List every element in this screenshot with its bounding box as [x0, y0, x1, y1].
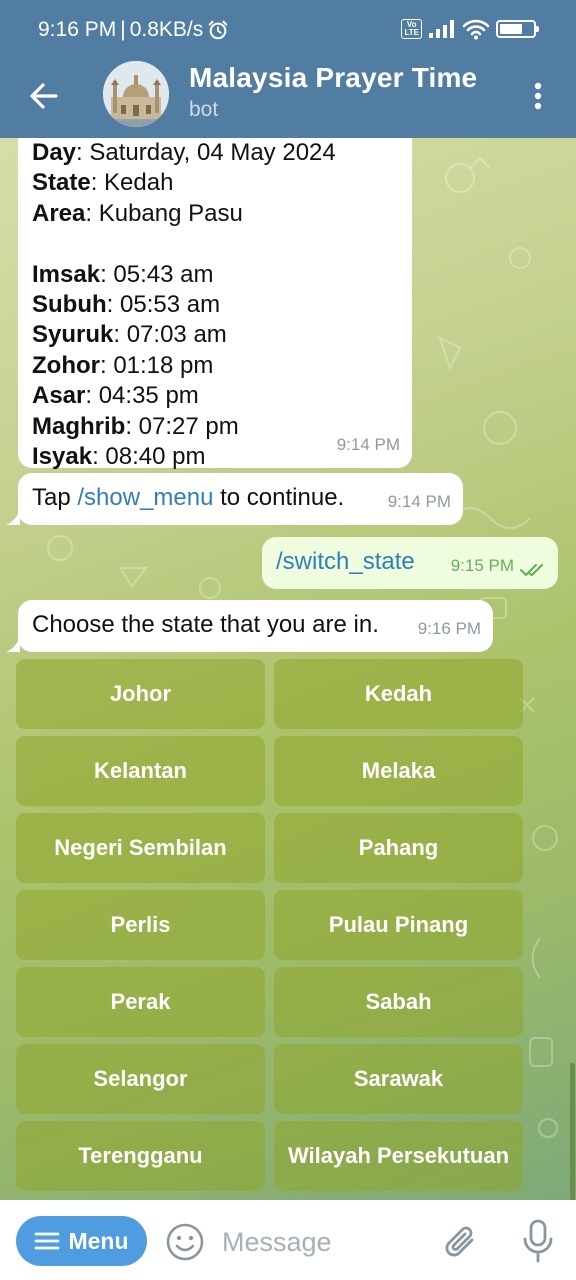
- prayer-info-value: : 05:53 am: [106, 290, 221, 318]
- status-left: 9:16 PM | 0.8KB/s: [38, 18, 229, 42]
- message-time: 9:14 PM: [336, 434, 400, 454]
- alarm-icon: [208, 20, 228, 40]
- chat-subtitle: bot: [189, 98, 219, 121]
- back-arrow-icon[interactable]: [22, 74, 66, 118]
- state-button[interactable]: Negeri Sembilan: [16, 813, 265, 883]
- attach-icon[interactable]: [442, 1220, 482, 1264]
- continue-prefix: Tap: [32, 484, 78, 511]
- message-time: 9:16 PM: [417, 618, 481, 638]
- prayer-info-key: Maghrib: [32, 412, 126, 440]
- prayer-info-line: Zohor: 01:18 pm: [32, 351, 398, 381]
- prayer-time-message: Day: Saturday, 04 May 2024 State: Kedah Ar…: [18, 138, 412, 470]
- prayer-info-key: Isyak: [32, 442, 93, 470]
- status-bar: 9:16 PM | 0.8KB/s Vo LTE: [0, 0, 576, 56]
- prayer-info-value: : 04:35 pm: [85, 382, 199, 410]
- choose-state-text: Choose the state that you are in.: [32, 611, 379, 638]
- message-input-bar: Menu: [0, 1200, 576, 1280]
- state-button[interactable]: Perak: [16, 967, 265, 1037]
- prayer-info-value: : 05:43 am: [100, 260, 214, 288]
- prayer-info-value: : Saturday, 04 May 2024: [76, 139, 336, 166]
- bubble-tail: [6, 636, 20, 652]
- message-time: 9:15 PM: [450, 555, 514, 575]
- double-check-icon: [520, 564, 543, 576]
- state-button[interactable]: Wilayah Persekutuan: [274, 1121, 523, 1191]
- state-button[interactable]: Kelantan: [16, 736, 265, 806]
- menu-button-label: Menu: [68, 1227, 129, 1254]
- prayer-info-line: Syuruk: 07:03 am: [32, 320, 398, 350]
- chat-title[interactable]: Malaysia Prayer Time: [189, 62, 477, 94]
- bubble-tail: [6, 509, 20, 525]
- chat-area[interactable]: Day: Saturday, 04 May 2024 State: Kedah Ar…: [0, 138, 576, 1200]
- state-button[interactable]: Sarawak: [274, 1044, 523, 1114]
- status-time: 9:16 PM: [38, 18, 117, 41]
- choose-state-message: Choose the state that you are in. 9:16 P…: [18, 600, 493, 652]
- state-button[interactable]: Terengganu: [16, 1121, 265, 1191]
- bot-avatar[interactable]: [103, 61, 169, 127]
- prayer-info-line: Area: Kubang Pasu: [32, 199, 398, 229]
- chat-header: Malaysia Prayer Time bot: [0, 56, 576, 138]
- state-button[interactable]: Kedah: [274, 659, 523, 729]
- message-time: 9:14 PM: [387, 491, 451, 511]
- wifi-icon: [462, 19, 490, 40]
- scrollbar-thumb[interactable]: [570, 1063, 575, 1200]
- state-button[interactable]: Pulau Pinang: [274, 890, 523, 960]
- microphone-icon[interactable]: [518, 1218, 558, 1264]
- state-button[interactable]: Selangor: [16, 1044, 265, 1114]
- prayer-info-key: State: [32, 169, 91, 197]
- prayer-info-key: Subuh: [32, 290, 107, 318]
- state-button[interactable]: Johor: [16, 659, 265, 729]
- menu-icon: [35, 1232, 60, 1250]
- battery-icon: [496, 20, 539, 38]
- status-network-speed: 0.8KB/s: [129, 18, 204, 41]
- prayer-info-key: Imsak: [32, 260, 101, 288]
- more-options-icon[interactable]: [522, 74, 554, 118]
- prayer-info-key: Syuruk: [32, 321, 114, 349]
- outgoing-message: /switch_state 9:15 PM: [262, 537, 558, 589]
- status-right: Vo LTE: [401, 18, 539, 40]
- battery-fill: [500, 24, 523, 34]
- prayer-info-line: Asar: 04:35 pm: [32, 381, 398, 411]
- volte-line-2: LTE: [404, 28, 419, 37]
- state-button[interactable]: Perlis: [16, 890, 265, 960]
- prayer-info-value: : 07:27 pm: [125, 412, 239, 440]
- prayer-info-value: : Kubang Pasu: [85, 199, 243, 227]
- status-separator: |: [120, 18, 126, 41]
- menu-button[interactable]: Menu: [16, 1216, 147, 1266]
- state-button[interactable]: Melaka: [274, 736, 523, 806]
- prayer-info-key: Area: [32, 199, 86, 227]
- prayer-info-key: Zohor: [32, 351, 100, 379]
- continue-suffix: to continue.: [213, 484, 345, 511]
- prayer-info-value: : Kedah: [90, 169, 174, 197]
- state-button[interactable]: Pahang: [274, 813, 523, 883]
- continue-message: Tap /show_menu to continue. 9:14 PM: [18, 473, 463, 525]
- emoji-icon[interactable]: [165, 1222, 205, 1262]
- prayer-time-lines: Day: Saturday, 04 May 2024 State: Kedah Ar…: [32, 138, 398, 472]
- prayer-info-line: Subuh: 05:53 am: [32, 290, 398, 320]
- message-input[interactable]: [222, 1222, 422, 1262]
- prayer-info-value: : 01:18 pm: [99, 351, 214, 379]
- state-button[interactable]: Sabah: [274, 967, 523, 1037]
- signal-icon: [429, 20, 454, 38]
- prayer-info-value: : 07:03 am: [113, 321, 227, 349]
- switch-state-command[interactable]: /switch_state: [276, 548, 415, 575]
- volte-icon: Vo LTE: [401, 19, 422, 39]
- show-menu-command-link[interactable]: /show_menu: [77, 484, 213, 511]
- prayer-info-line: State: Kedah: [32, 168, 398, 198]
- prayer-info-line: Imsak: 05:43 am: [32, 260, 398, 290]
- prayer-info-key: Asar: [32, 382, 86, 410]
- prayer-info-line: Day: Saturday, 04 May 2024: [32, 138, 398, 168]
- prayer-info-value: : 08:40 pm: [92, 442, 206, 470]
- mosque-icon: [103, 61, 169, 127]
- prayer-info-key: Day: [32, 139, 77, 166]
